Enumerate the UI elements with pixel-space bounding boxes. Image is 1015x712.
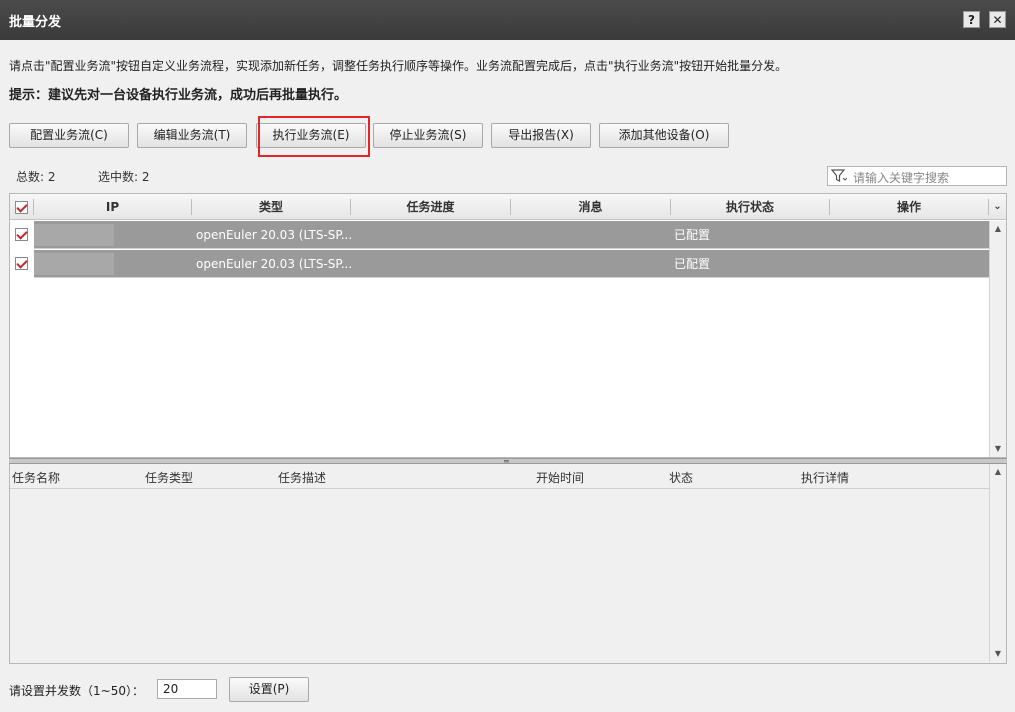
select-all-checkbox[interactable] <box>15 201 28 214</box>
set-concurrency-button[interactable]: 设置(P) <box>229 677 309 702</box>
ip-cell-redacted <box>34 224 114 246</box>
col-start-time[interactable]: 开始时间 <box>536 469 584 486</box>
search-box[interactable]: 请输入关键字搜索 <box>827 166 1007 186</box>
col-progress[interactable]: 任务进度 <box>351 194 510 220</box>
window-titlebar: 批量分发 ? ✕ <box>0 0 1015 40</box>
edit-workflow-button[interactable]: 编辑业务流(T) <box>137 123 247 148</box>
execute-highlight-box <box>258 116 370 157</box>
col-message[interactable]: 消息 <box>511 194 670 220</box>
col-exec-detail[interactable]: 执行详情 <box>801 469 849 486</box>
add-device-button[interactable]: 添加其他设备(O) <box>599 123 729 148</box>
intro-text: 请点击"配置业务流"按钮自定义业务流程，实现添加新任务，调整任务执行顺序等操作。… <box>9 59 788 73</box>
close-button[interactable]: ✕ <box>989 11 1006 28</box>
row-type: openEuler 20.03 (LTS-SP... <box>196 257 353 271</box>
window-title: 批量分发 <box>9 15 62 30</box>
task-table-header: 任务名称 任务类型 任务描述 开始时间 状态 执行详情 <box>10 464 989 489</box>
total-count: 总数: 2 <box>16 170 56 184</box>
search-placeholder: 请输入关键字搜索 <box>853 171 950 185</box>
row-status: 已配置 <box>674 228 711 242</box>
ip-cell-redacted <box>34 253 114 275</box>
stop-workflow-button[interactable]: 停止业务流(S) <box>373 123 483 148</box>
concurrency-input[interactable]: 20 <box>157 679 217 699</box>
col-task-status[interactable]: 状态 <box>669 469 693 486</box>
filter-icon <box>831 169 847 182</box>
configure-workflow-button[interactable]: 配置业务流(C) <box>9 123 129 148</box>
selected-count: 选中数: 2 <box>98 170 150 184</box>
col-action[interactable]: 操作 <box>830 194 988 220</box>
concurrency-label: 请设置并发数（1~50）： <box>9 684 144 698</box>
device-table: IP 类型 任务进度 消息 执行状态 操作 ⌄ openEuler 20.03 … <box>9 193 1007 458</box>
device-table-header: IP 类型 任务进度 消息 执行状态 操作 ⌄ <box>10 194 1006 220</box>
scroll-up-icon[interactable]: ▲ <box>990 464 1006 480</box>
row-checkbox[interactable] <box>15 228 28 241</box>
row-checkbox[interactable] <box>15 257 28 270</box>
device-table-scrollbar[interactable]: ▲ ▼ <box>989 221 1006 457</box>
col-task-name[interactable]: 任务名称 <box>12 469 60 486</box>
col-task-desc[interactable]: 任务描述 <box>278 469 326 486</box>
col-task-type[interactable]: 任务类型 <box>145 469 193 486</box>
tip-text: 提示：建议先对一台设备执行业务流，成功后再批量执行。 <box>9 88 348 103</box>
table-row[interactable]: openEuler 20.03 (LTS-SP... 已配置 <box>10 250 989 278</box>
column-chooser-icon[interactable]: ⌄ <box>989 194 1006 220</box>
table-row[interactable]: openEuler 20.03 (LTS-SP... 已配置 <box>10 221 989 249</box>
row-status: 已配置 <box>674 257 711 271</box>
col-type[interactable]: 类型 <box>192 194 350 220</box>
scroll-up-icon[interactable]: ▲ <box>990 221 1006 237</box>
col-status[interactable]: 执行状态 <box>671 194 829 220</box>
export-report-button[interactable]: 导出报告(X) <box>491 123 591 148</box>
task-table-scrollbar[interactable]: ▲ ▼ <box>989 464 1006 662</box>
help-button[interactable]: ? <box>963 11 980 28</box>
col-ip[interactable]: IP <box>34 194 191 220</box>
scroll-down-icon[interactable]: ▼ <box>990 646 1006 662</box>
row-type: openEuler 20.03 (LTS-SP... <box>196 228 353 242</box>
scroll-down-icon[interactable]: ▼ <box>990 441 1006 457</box>
task-table: 任务名称 任务类型 任务描述 开始时间 状态 执行详情 ▲ ▼ <box>9 464 1007 664</box>
